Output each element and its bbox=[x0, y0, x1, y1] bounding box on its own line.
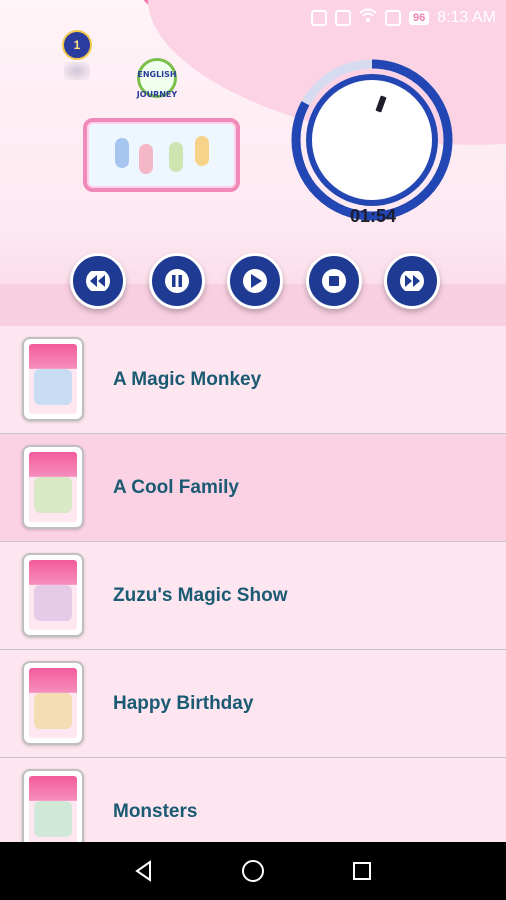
fast-forward-icon bbox=[400, 271, 424, 291]
story-row[interactable]: A Magic Monkey bbox=[0, 326, 506, 434]
story-row[interactable]: Monsters bbox=[0, 758, 506, 842]
home-button[interactable] bbox=[240, 858, 266, 884]
story-row[interactable]: A Cool Family bbox=[0, 434, 506, 542]
story-row[interactable]: Happy Birthday bbox=[0, 650, 506, 758]
playback-controls bbox=[70, 253, 440, 309]
progress-dial[interactable] bbox=[288, 56, 456, 224]
fast-forward-button[interactable] bbox=[384, 253, 440, 309]
story-title: Happy Birthday bbox=[113, 693, 254, 714]
story-title: A Magic Monkey bbox=[113, 369, 262, 390]
app-logo: ENGLISH JOURNEY bbox=[133, 56, 181, 106]
rewind-button[interactable] bbox=[70, 253, 126, 309]
story-title: Zuzu's Magic Show bbox=[113, 585, 288, 606]
dial-face bbox=[312, 80, 432, 200]
vibrate-icon bbox=[335, 10, 352, 26]
back-icon bbox=[135, 860, 152, 882]
level-badge-shadow bbox=[64, 62, 90, 80]
stop-icon bbox=[321, 269, 346, 293]
pause-button[interactable] bbox=[148, 253, 205, 309]
illustration-figure bbox=[115, 138, 129, 168]
stop-button[interactable] bbox=[305, 253, 362, 309]
story-thumbnail bbox=[22, 553, 84, 637]
play-icon bbox=[243, 269, 267, 293]
play-button[interactable] bbox=[227, 253, 283, 309]
story-list: A Magic Monkey A Cool Family Zuzu's Magi… bbox=[0, 326, 506, 842]
illustration-figure bbox=[195, 136, 209, 166]
illustration-figure bbox=[169, 142, 183, 172]
wifi-icon bbox=[359, 8, 377, 29]
home-icon bbox=[241, 860, 264, 882]
story-thumbnail bbox=[22, 445, 84, 529]
clock: 8:13 AM bbox=[437, 9, 496, 26]
pause-icon bbox=[164, 269, 189, 293]
recents-icon bbox=[352, 862, 371, 880]
system-navigation-bar bbox=[0, 842, 506, 900]
level-badge[interactable]: 1 bbox=[62, 30, 92, 60]
story-thumbnail bbox=[22, 661, 84, 745]
illustration-figure bbox=[139, 144, 153, 174]
sim-icon bbox=[385, 10, 402, 26]
elapsed-time: 01:54 bbox=[349, 206, 397, 226]
battery-level: 96 bbox=[409, 11, 430, 25]
logo-text-line2: JOURNEY bbox=[136, 90, 178, 99]
story-title: Monsters bbox=[113, 801, 198, 822]
recents-button[interactable] bbox=[349, 858, 375, 884]
back-button[interactable] bbox=[131, 858, 157, 884]
nfc-icon bbox=[311, 10, 328, 26]
logo-text-line1: ENGLISH bbox=[137, 70, 177, 79]
rewind-icon bbox=[86, 271, 110, 291]
story-thumbnail bbox=[22, 337, 84, 421]
story-title: A Cool Family bbox=[113, 477, 239, 498]
story-cover-image bbox=[83, 118, 240, 192]
story-row[interactable]: Zuzu's Magic Show bbox=[0, 542, 506, 650]
story-thumbnail bbox=[22, 769, 84, 842]
